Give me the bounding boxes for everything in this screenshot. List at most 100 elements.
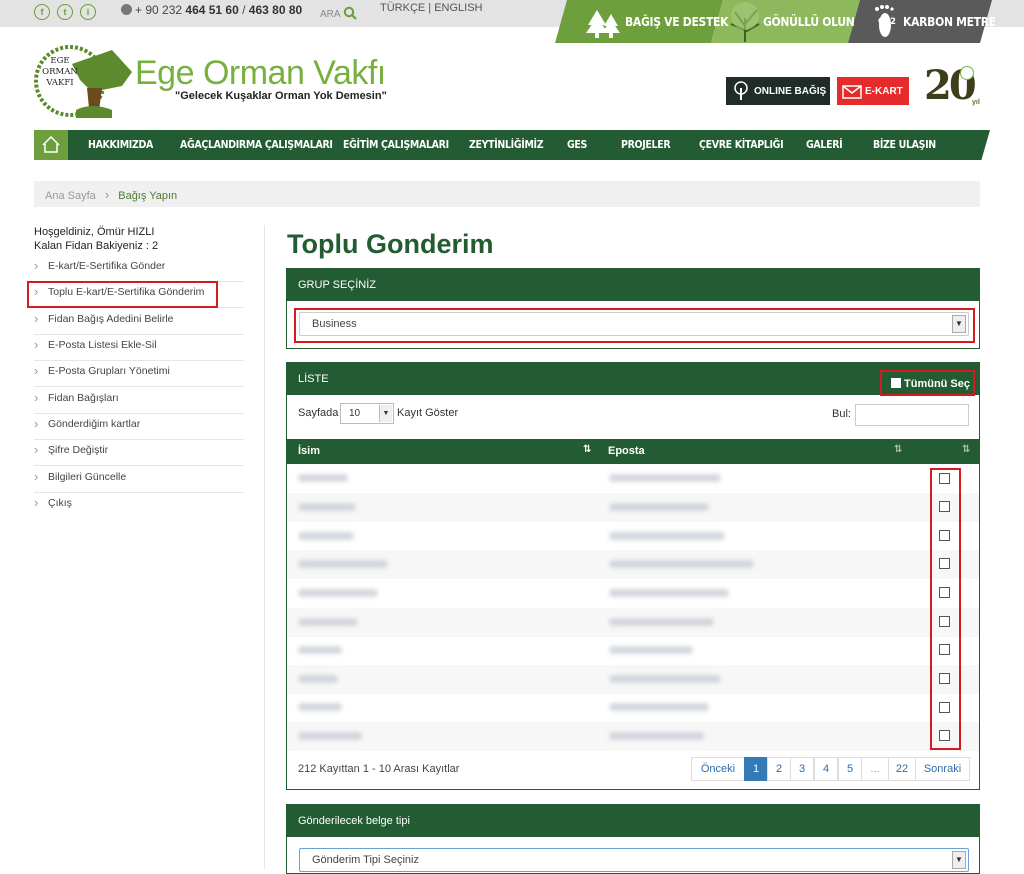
list-panel-title: LİSTE <box>287 363 979 395</box>
blurred-email <box>609 589 729 597</box>
envelope-icon <box>842 85 862 99</box>
nav-about[interactable]: HAKKIMIZDA <box>88 138 153 151</box>
sidebar-item-sent-cards[interactable]: Gönderdiğim kartlar <box>34 414 244 440</box>
ekart-button[interactable]: E-KART <box>837 77 909 105</box>
search-label: ARA <box>320 9 341 20</box>
phone-numbers: + 90 232 464 51 60 / 463 80 80 <box>121 3 302 17</box>
blurred-email <box>609 474 721 482</box>
sort-asc-icon[interactable]: ⇅ <box>583 444 591 455</box>
pagination-page[interactable]: 22 <box>888 757 916 781</box>
instagram-icon[interactable]: i <box>80 4 96 20</box>
site-title[interactable]: Ege Orman Vakfı <box>135 54 386 93</box>
chevron-down-icon: ▼ <box>952 851 966 869</box>
tree-icon <box>734 81 748 100</box>
blurred-email <box>609 703 709 711</box>
table-row[interactable] <box>287 693 979 722</box>
table-row[interactable] <box>287 665 979 694</box>
online-donation-button[interactable]: ONLINE BAĞIŞ <box>726 77 830 105</box>
chevron-right-icon: › <box>104 187 110 202</box>
welcome-text: Hoşgeldiniz, Ömür HIZLI <box>34 226 155 238</box>
blurred-name <box>298 618 358 626</box>
col-email-header[interactable]: Eposta <box>608 445 645 457</box>
pagination-ellipsis: ... <box>861 757 889 781</box>
donate-tab[interactable]: BAĞIŞ VE DESTEK <box>625 0 729 43</box>
per-page-label: Sayfada <box>298 407 339 419</box>
sidebar-item-email-groups[interactable]: E-Posta Grupları Yönetimi <box>34 361 244 387</box>
sort-icon[interactable]: ⇅ <box>894 444 902 455</box>
breadcrumb-home[interactable]: Ana Sayfa <box>45 190 96 202</box>
blurred-email <box>609 675 721 683</box>
table-row[interactable] <box>287 636 979 665</box>
sort-icon[interactable]: ⇅ <box>962 444 970 455</box>
logo-seal-text: EGE ORMAN VAKFI <box>38 56 82 89</box>
anniversary-badge-icon <box>960 66 974 80</box>
nav-ges[interactable]: GES <box>567 138 587 151</box>
pagination-page[interactable]: 1 <box>744 757 768 781</box>
table-row[interactable] <box>287 550 979 579</box>
search-input[interactable] <box>855 404 969 426</box>
blurred-email <box>609 532 725 540</box>
phone-1: 464 51 60 <box>185 3 239 17</box>
sidebar-item-donations[interactable]: Fidan Bağışları <box>34 388 244 414</box>
seal-line-3: VAKFI <box>46 78 74 88</box>
col-name-header[interactable]: İsim <box>298 445 320 457</box>
nav-afforestation[interactable]: AĞAÇLANDIRMA ÇALIŞMALARI <box>180 138 333 151</box>
table-row[interactable] <box>287 493 979 522</box>
facebook-icon[interactable]: f <box>34 4 50 20</box>
breadcrumb: Ana Sayfa › Bağış Yapın <box>34 181 980 207</box>
table-row[interactable] <box>287 464 979 493</box>
nav-gallery[interactable]: GALERİ <box>806 138 843 151</box>
pagination-page[interactable]: 2 <box>767 757 791 781</box>
nav-contact[interactable]: BİZE ULAŞIN <box>873 138 936 151</box>
search-label: Bul: <box>832 408 851 420</box>
table-row[interactable] <box>287 608 979 637</box>
home-button[interactable] <box>34 130 68 160</box>
blurred-name <box>298 532 354 540</box>
doc-type-select-value: Gönderim Tipi Seçiniz <box>312 854 419 866</box>
carbon-tab[interactable]: KARBON METRE <box>903 0 996 43</box>
site-slogan: "Gelecek Kuşaklar Orman Yok Demesin" <box>175 90 387 102</box>
pagination-page[interactable]: 5 <box>838 757 862 781</box>
search-link[interactable]: ARA <box>320 6 357 20</box>
sidebar-item-update-info[interactable]: Bilgileri Güncelle <box>34 467 244 493</box>
pagination-page[interactable]: 4 <box>814 757 838 781</box>
sidebar-item-donation-count[interactable]: Fidan Bağış Adedini Belirle <box>34 309 244 335</box>
volunteer-tab[interactable]: GÖNÜLLÜ OLUN <box>763 0 855 43</box>
sidebar-item-logout[interactable]: Çıkış <box>34 493 244 519</box>
blurred-email <box>609 503 709 511</box>
pagination-next[interactable]: Sonraki <box>915 757 970 781</box>
sidebar-divider <box>264 225 265 869</box>
per-page-value: 10 <box>349 408 361 419</box>
doc-type-select[interactable]: Gönderim Tipi Seçiniz ▼ <box>299 848 969 872</box>
pagination-prev[interactable]: Önceki <box>691 757 745 781</box>
nav-library[interactable]: ÇEVRE KİTAPLIĞI <box>699 138 784 151</box>
online-donation-label: ONLINE BAĞIŞ <box>754 85 827 97</box>
per-page-select[interactable]: 10 ▼ <box>340 403 394 424</box>
blurred-email <box>609 646 693 654</box>
blurred-email <box>609 732 704 740</box>
highlight-group-select <box>294 308 975 343</box>
sidebar-item-email-list[interactable]: E-Posta Listesi Ekle-Sil <box>34 335 244 361</box>
table-row[interactable] <box>287 522 979 551</box>
ekart-label: E-KART <box>865 85 903 97</box>
pagination-page[interactable]: 3 <box>790 757 814 781</box>
co2-label: CO2 <box>878 16 896 27</box>
table-row[interactable] <box>287 579 979 608</box>
main-nav: HAKKIMIZDA AĞAÇLANDIRMA ÇALIŞMALARI EĞİT… <box>34 130 990 160</box>
welcome-box: Hoşgeldiniz, Ömür HIZLI Kalan Fidan Baki… <box>34 225 158 253</box>
blurred-email <box>609 560 754 568</box>
table-row[interactable] <box>287 722 979 751</box>
sidebar-item-send-ecard[interactable]: E-kart/E-Sertifika Gönder <box>34 256 244 282</box>
table-header: İsim ⇅ Eposta ⇅ ⇅ <box>287 439 979 464</box>
twitter-icon[interactable]: t <box>57 4 73 20</box>
sidebar-item-change-password[interactable]: Şifre Değiştir <box>34 440 244 466</box>
nav-projects[interactable]: PROJELER <box>621 138 671 151</box>
seal-line-2: ORMAN <box>42 67 78 77</box>
breadcrumb-current[interactable]: Bağış Yapın <box>118 190 177 202</box>
nav-education[interactable]: EĞİTİM ÇALIŞMALARI <box>343 138 449 151</box>
per-page-suffix: Kayıt Göster <box>397 407 459 419</box>
blurred-name <box>298 732 362 740</box>
nav-olive-grove[interactable]: ZEYTİNLİĞİMİZ <box>469 138 544 151</box>
page-title: Toplu Gonderim <box>287 229 494 259</box>
language-switch[interactable]: TÜRKÇE | ENGLISH <box>380 2 483 14</box>
